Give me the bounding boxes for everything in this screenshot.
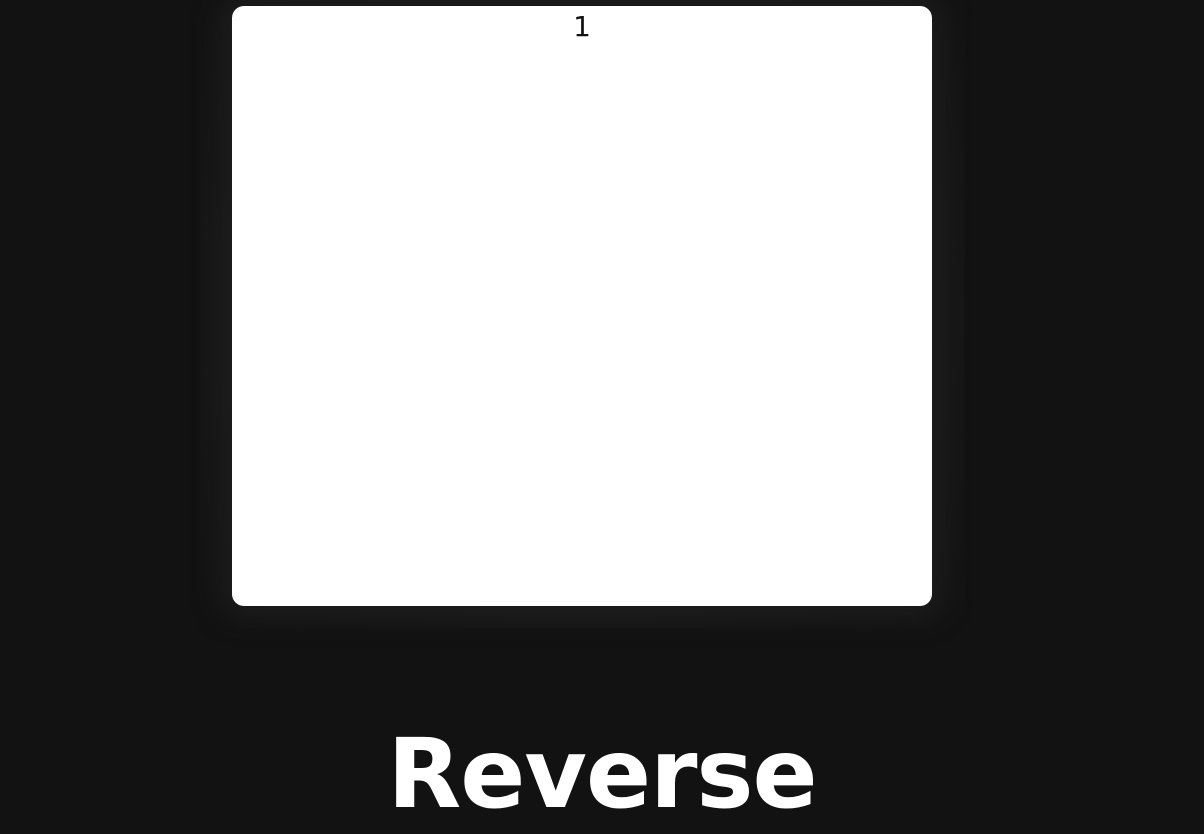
- display-card[interactable]: 1: [232, 6, 932, 606]
- reverse-button[interactable]: Reverse: [0, 718, 1204, 830]
- card-number: 1: [573, 10, 591, 43]
